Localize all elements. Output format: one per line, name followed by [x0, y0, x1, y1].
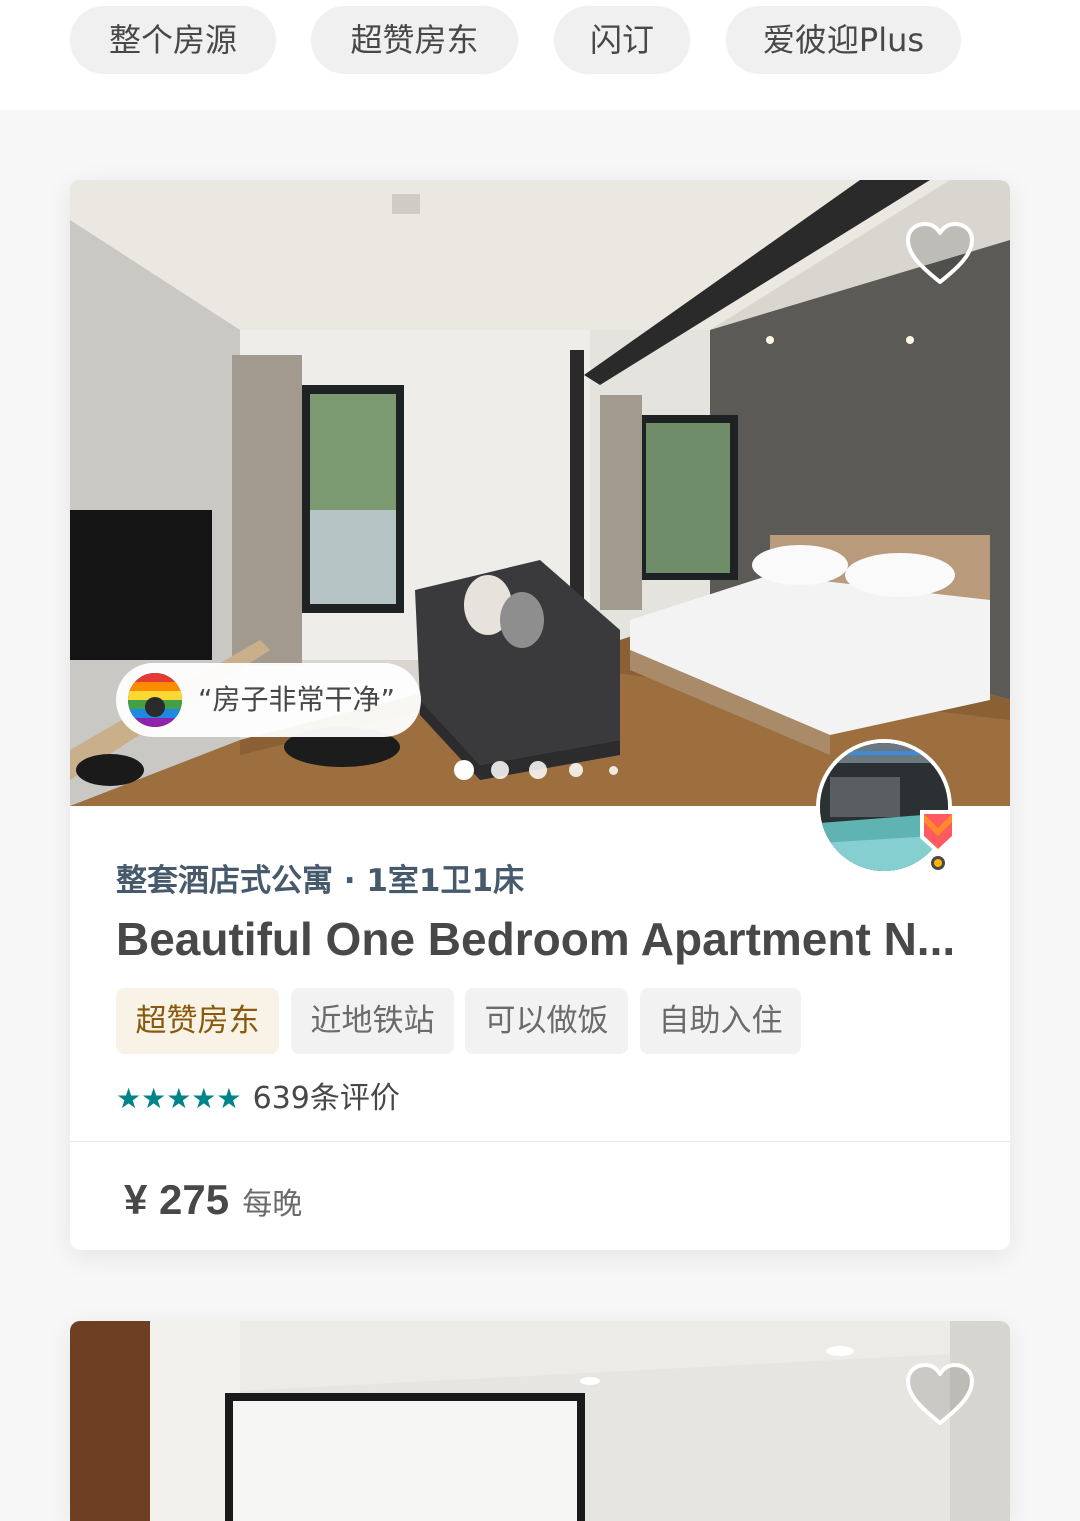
filter-chip-superhost[interactable]: 超赞房东 [311, 6, 518, 74]
room-type: 整套酒店式公寓 · 1室1卫1床 [116, 863, 525, 899]
rating: ★★★★★ 639条评价 [116, 1076, 400, 1120]
reviewer-avatar-image [128, 673, 182, 727]
filter-bar: 整个房源 超赞房东 闪订 爱彼迎Plus [0, 0, 1080, 110]
listing-card[interactable]: “房子非常干净” 整套酒店式公寓 · 1室1卫1床 Beautiful One … [70, 180, 1010, 1250]
heart-outline-icon[interactable] [904, 220, 976, 286]
pagination-dot[interactable] [529, 761, 547, 779]
price: ¥ 275 [124, 1176, 230, 1223]
price-unit: 每晚 [242, 1187, 303, 1222]
filter-chip-entire-place[interactable]: 整个房源 [70, 6, 276, 74]
review-count: 639条评价 [252, 1080, 400, 1116]
reviewer-avatar [128, 673, 182, 727]
apartment-photo [70, 1321, 1010, 1521]
photo-pagination-dots [454, 760, 624, 782]
tag-superhost: 超赞房东 [116, 988, 279, 1054]
price-row: ¥ 275 每晚 [124, 1170, 302, 1230]
filter-chip-instant-book[interactable]: 闪订 [554, 6, 690, 74]
tag-self-checkin: 自助入住 [640, 988, 801, 1054]
review-snippet-bubble[interactable]: “房子非常干净” [116, 663, 422, 737]
pagination-dot[interactable] [454, 760, 474, 780]
listing-card[interactable] [70, 1321, 1010, 1521]
review-snippet-text: “房子非常干净” [198, 683, 396, 716]
listing-photo[interactable] [70, 1321, 1010, 1521]
filter-chip-plus[interactable]: 爱彼迎Plus [726, 6, 961, 74]
superhost-badge-icon [920, 810, 956, 874]
tag-near-subway: 近地铁站 [291, 988, 454, 1054]
tag-kitchen: 可以做饭 [465, 988, 628, 1054]
pagination-dot[interactable] [569, 763, 583, 777]
star-rating-icon: ★★★★★ [116, 1081, 242, 1115]
listing-title[interactable]: Beautiful One Bedroom Apartment N... [116, 912, 976, 966]
heart-outline-icon[interactable] [904, 1361, 976, 1427]
pagination-dot[interactable] [609, 766, 618, 775]
divider [70, 1141, 1010, 1142]
pagination-dot[interactable] [491, 761, 509, 779]
